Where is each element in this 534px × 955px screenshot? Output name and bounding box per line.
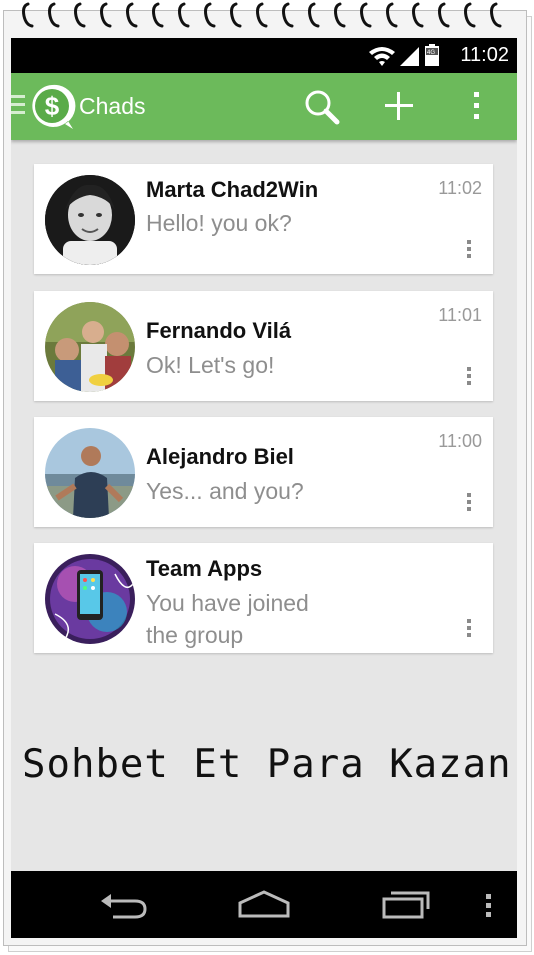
- chat-message: You have joined the group: [146, 590, 309, 648]
- chat-name: Fernando Vilá: [146, 318, 292, 343]
- chat-options-icon[interactable]: [467, 367, 471, 387]
- chat-options-icon[interactable]: [467, 619, 471, 639]
- menu-icon[interactable]: [11, 93, 27, 119]
- status-time: 11:02: [460, 44, 509, 66]
- chat-name: Team Apps: [146, 556, 263, 581]
- overflow-menu-icon[interactable]: [473, 91, 481, 121]
- battery-icon: 4G: [425, 44, 439, 66]
- avatar-photo: [45, 302, 135, 392]
- chat-item-alejandro[interactable]: Alejandro Biel Yes... and you? 11:00: [34, 417, 493, 527]
- spiral-coils: [22, 2, 502, 28]
- add-icon[interactable]: [384, 91, 414, 121]
- search-icon[interactable]: [303, 88, 341, 126]
- chat-item-team-apps[interactable]: Team Apps You have joined the group: [34, 543, 493, 653]
- chat-item-fernando[interactable]: Fernando Vilá Ok! Let's go! 11:01: [34, 291, 493, 401]
- network-label: 4G: [427, 50, 435, 56]
- app-title: Chads: [79, 93, 146, 119]
- avatar-photo: [45, 554, 135, 644]
- chat-name: Marta Chad2Win: [146, 177, 319, 202]
- chat-message: Hello! you ok?: [146, 210, 292, 236]
- wifi-icon: [369, 47, 395, 66]
- chat-message: Ok! Let's go!: [146, 352, 275, 378]
- svg-text:$: $: [45, 91, 60, 121]
- avatar: [45, 554, 135, 644]
- dollar-chat-logo-icon[interactable]: $: [28, 83, 76, 133]
- navigation-bar: [11, 871, 517, 938]
- overlay-caption: Sohbet Et Para Kazan: [22, 742, 512, 787]
- back-icon[interactable]: [99, 893, 149, 921]
- home-icon[interactable]: [237, 889, 291, 919]
- spiral-binding: [20, 0, 510, 36]
- avatar: [45, 302, 135, 392]
- recents-icon[interactable]: [381, 889, 431, 921]
- chat-name: Alejandro Biel: [146, 444, 294, 469]
- avatar-photo: [45, 428, 135, 518]
- status-bar: 4G 11:02: [11, 38, 517, 73]
- chat-options-icon[interactable]: [467, 240, 471, 260]
- chat-message: Yes... and you?: [146, 478, 304, 504]
- app-bar: $ Chads: [11, 73, 517, 140]
- avatar: [45, 175, 135, 265]
- chat-item-marta[interactable]: Marta Chad2Win Hello! you ok? 11:02: [34, 164, 493, 274]
- avatar-photo: [45, 175, 135, 265]
- signal-icon: [400, 47, 419, 66]
- status-icons: 4G: [369, 44, 439, 66]
- chat-time: 11:00: [438, 431, 482, 451]
- chat-time: 11:01: [438, 305, 482, 325]
- overflow-icon[interactable]: [485, 893, 493, 919]
- phone-screen: 4G 11:02 $ Chads Marta Chad2Win Hello! y…: [11, 38, 517, 938]
- avatar: [45, 428, 135, 518]
- chat-options-icon[interactable]: [467, 493, 471, 513]
- chat-time: 11:02: [438, 178, 482, 198]
